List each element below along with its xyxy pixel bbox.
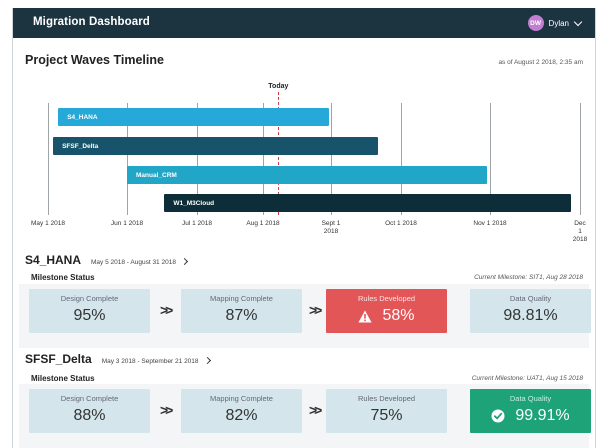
- current-milestone-prefix: Current Milestone:: [471, 375, 525, 382]
- milestone-label: Rules Developed: [357, 394, 416, 403]
- timeline-bar-manual-crm[interactable]: Manual_CRM: [127, 166, 488, 184]
- milestone-value: 87%: [225, 307, 258, 324]
- waves-timeline: Today May 1 2018 Jun 1 2018 Jul 1 2018 Aug …: [13, 78, 595, 248]
- milestone-card-quality[interactable]: Data Quality 99.91%: [470, 389, 591, 433]
- timeline-gridline: [48, 103, 49, 215]
- milestone-value: 95%: [73, 307, 106, 324]
- milestone-card-rules[interactable]: Rules Developed 75%: [326, 389, 447, 433]
- milestone-value: 75%: [370, 407, 403, 424]
- today-label: Today: [268, 83, 289, 90]
- check-circle-icon: [491, 409, 505, 423]
- milestone-value: 98.81%: [503, 307, 558, 324]
- user-menu[interactable]: DW Dylan: [527, 14, 583, 32]
- current-milestone: Current Milestone: UAT1, Aug 15 2018: [472, 375, 583, 382]
- milestone-value: 99.91%: [515, 407, 570, 424]
- milestone-label: Data Quality: [509, 294, 552, 303]
- timeline-axis-label: Oct 1 2018: [385, 220, 417, 227]
- milestone-card-quality[interactable]: Data Quality 98.81%: [470, 289, 591, 333]
- as-of-timestamp: as of August 2 2018, 2:35 am: [498, 59, 583, 66]
- current-milestone-prefix: Current Milestone:: [474, 274, 528, 281]
- milestone-card-mapping[interactable]: Mapping Complete 82%: [181, 389, 302, 433]
- app-title: Migration Dashboard: [33, 16, 150, 28]
- double-chevron-icon: >>: [160, 302, 173, 318]
- timeline-bar-w1-m3cloud[interactable]: W1_M3Cloud: [164, 194, 571, 212]
- milestone-label: Data Quality: [509, 394, 552, 403]
- milestone-label: Mapping Complete: [210, 394, 273, 403]
- timeline-axis-label: Sept 1 2018: [321, 220, 341, 235]
- milestone-card-design[interactable]: Design Complete 95%: [29, 289, 150, 333]
- timeline-axis-label: Jul 1 2018: [182, 220, 212, 227]
- warning-icon: [358, 310, 373, 322]
- milestone-label: Rules Developed: [357, 294, 416, 303]
- project-header-sfsf-delta[interactable]: SFSF_Delta May 3 2018 - September 21 201…: [25, 352, 211, 366]
- double-chevron-icon: >>: [309, 302, 322, 318]
- milestone-card-rules[interactable]: Rules Developed 58%: [326, 289, 447, 333]
- timeline-title: Project Waves Timeline: [25, 53, 164, 67]
- timeline-axis-label: Aug 1 2018: [246, 220, 280, 227]
- double-chevron-icon: >>: [160, 402, 173, 418]
- timeline-bar-sfsf-delta[interactable]: SFSF_Delta: [53, 137, 378, 155]
- current-milestone-value: SIT1, Aug 28 2018: [529, 274, 583, 281]
- timeline-axis-label: Dec 1 2018: [572, 220, 588, 243]
- project-dates: May 3 2018 - September 21 2018: [101, 358, 199, 365]
- timeline-axis-label: Nov 1 2018: [473, 220, 507, 227]
- milestone-panel: Design Complete 88% >> Mapping Complete …: [19, 384, 591, 448]
- top-bar: Migration Dashboard DW Dylan: [13, 8, 595, 38]
- milestone-status-label: Milestone Status: [31, 273, 95, 282]
- chevron-down-icon: [573, 17, 583, 26]
- milestone-status-label: Milestone Status: [31, 374, 95, 383]
- double-chevron-icon: >>: [309, 402, 322, 418]
- milestone-card-design[interactable]: Design Complete 88%: [29, 389, 150, 433]
- milestone-card-mapping[interactable]: Mapping Complete 87%: [181, 289, 302, 333]
- milestone-label: Design Complete: [60, 294, 119, 303]
- milestone-label: Mapping Complete: [210, 294, 273, 303]
- project-name: S4_HANA: [25, 253, 82, 267]
- project-header-s4-hana[interactable]: S4_HANA May 5 2018 - August 31 2018: [25, 253, 188, 267]
- timeline-axis-label: May 1 2018: [31, 220, 65, 227]
- chevron-right-icon: [180, 257, 188, 266]
- timeline-gridline: [580, 103, 581, 215]
- project-name: SFSF_Delta: [25, 352, 92, 366]
- milestone-value: 58%: [382, 307, 415, 324]
- timeline-bar-s4-hana[interactable]: S4_HANA: [58, 108, 329, 126]
- milestone-value: 88%: [73, 407, 106, 424]
- avatar: DW: [527, 15, 544, 31]
- user-name: Dylan: [548, 18, 569, 28]
- milestone-label: Design Complete: [60, 394, 119, 403]
- milestone-panel: Design Complete 95% >> Mapping Complete …: [19, 284, 591, 348]
- current-milestone: Current Milestone: SIT1, Aug 28 2018: [474, 274, 583, 281]
- milestone-value: 82%: [225, 407, 258, 424]
- current-milestone-value: UAT1, Aug 15 2018: [526, 375, 583, 382]
- timeline-axis-label: Jun 1 2018: [110, 220, 144, 227]
- chevron-right-icon: [203, 356, 211, 365]
- project-dates: May 5 2018 - August 31 2018: [91, 259, 176, 266]
- dashboard-frame: Migration Dashboard DW Dylan Project Wav…: [12, 8, 596, 448]
